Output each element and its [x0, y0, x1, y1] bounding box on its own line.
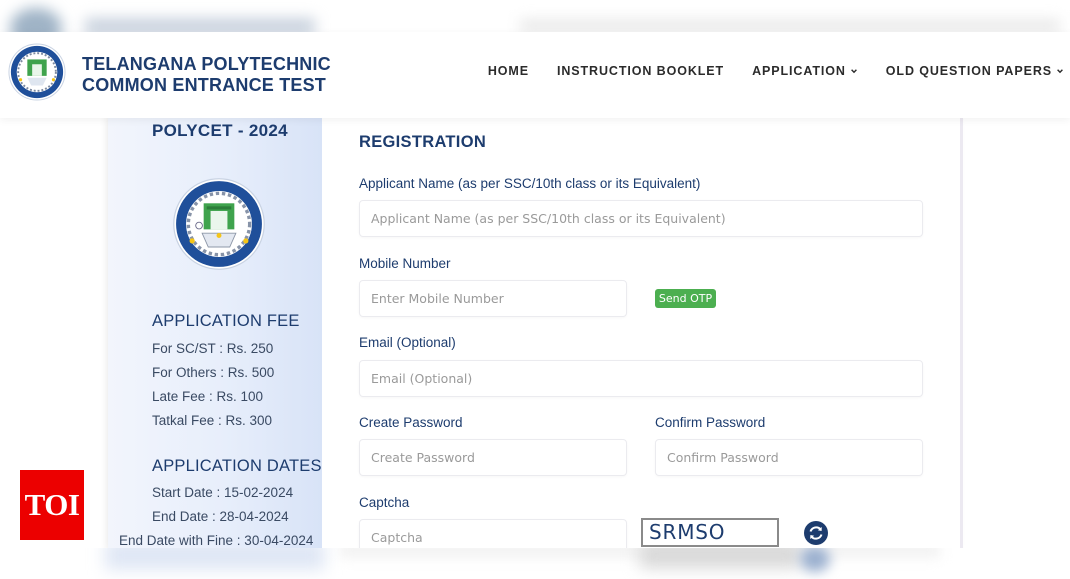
- chevron-down-icon: [850, 69, 857, 74]
- brand-line-1: TELANGANA POLYTECHNIC: [82, 54, 331, 74]
- fee-line: Tatkal Fee : Rs. 300: [152, 413, 273, 428]
- applicant-name-input[interactable]: [359, 200, 923, 237]
- site-brand[interactable]: TELANGANA POLYTECHNIC COMMON ENTRANCE TE…: [82, 54, 331, 96]
- application-dates-heading: APPLICATION DATES: [152, 457, 322, 475]
- main-nav: HOME INSTRUCTION BOOKLET APPLICATION OLD…: [488, 64, 1064, 78]
- fee-line: Late Fee : Rs. 100: [152, 389, 264, 404]
- create-password-label: Create Password: [359, 415, 463, 430]
- refresh-captcha-icon[interactable]: [804, 521, 828, 545]
- card-edge: [960, 118, 963, 548]
- nav-home[interactable]: HOME: [488, 64, 529, 78]
- email-input[interactable]: [359, 360, 923, 397]
- date-line: End Date : 28-04-2024: [152, 509, 289, 524]
- sidebar-title: POLYCET - 2024: [152, 121, 288, 140]
- chevron-down-icon: [1057, 69, 1063, 74]
- sbtet-emblem-icon[interactable]: [8, 43, 66, 101]
- sbtet-emblem-icon: [173, 178, 265, 270]
- application-fee-heading: APPLICATION FEE: [152, 312, 300, 330]
- applicant-name-label: Applicant Name (as per SSC/10th class or…: [359, 176, 701, 191]
- email-label: Email (Optional): [359, 335, 456, 350]
- nav-old-question-papers-label: OLD QUESTION PAPERS: [885, 64, 1052, 78]
- mobile-number-input[interactable]: [359, 280, 627, 317]
- captcha-image: SRMSO: [641, 518, 779, 547]
- confirm-password-label: Confirm Password: [655, 415, 766, 430]
- nav-application[interactable]: APPLICATION: [752, 64, 858, 78]
- nav-old-question-papers[interactable]: OLD QUESTION PAPERS: [886, 64, 1064, 78]
- blurred-bottom-strip: [0, 548, 1070, 579]
- nav-instruction-booklet-label: INSTRUCTION BOOKLET: [556, 64, 725, 78]
- nav-home-label: HOME: [487, 64, 529, 78]
- nav-instruction-booklet[interactable]: INSTRUCTION BOOKLET: [557, 64, 724, 78]
- brand-line-2: COMMON ENTRANCE TEST: [82, 75, 326, 95]
- fee-line: For Others : Rs. 500: [152, 365, 275, 380]
- captcha-label: Captcha: [359, 495, 410, 510]
- send-otp-button[interactable]: Send OTP: [655, 289, 716, 308]
- toi-watermark-logo: TOI: [20, 470, 84, 540]
- fee-line: For SC/ST : Rs. 250: [152, 341, 274, 356]
- site-header: TELANGANA POLYTECHNIC COMMON ENTRANCE TE…: [0, 32, 1070, 118]
- mobile-number-label: Mobile Number: [359, 256, 451, 271]
- blurred-top-strip: [0, 0, 1070, 32]
- nav-application-label: APPLICATION: [752, 64, 846, 78]
- confirm-password-input[interactable]: [655, 439, 923, 476]
- date-line: End Date with Fine : 30-04-2024: [119, 533, 314, 548]
- registration-title: REGISTRATION: [359, 133, 487, 151]
- date-line: Start Date : 15-02-2024: [152, 485, 294, 500]
- create-password-input[interactable]: [359, 439, 627, 476]
